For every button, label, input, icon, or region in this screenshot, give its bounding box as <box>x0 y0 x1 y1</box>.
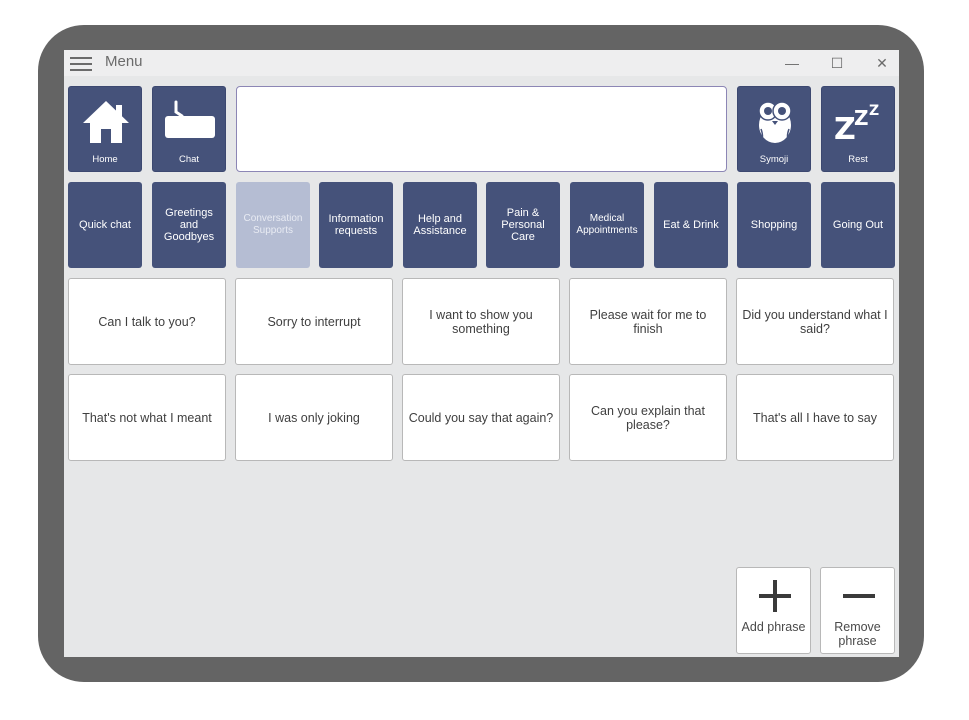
home-button[interactable]: Home <box>68 86 142 172</box>
phrase-tile[interactable]: Can you explain that please? <box>569 374 727 461</box>
phrase-tile[interactable]: That's all I have to say <box>736 374 894 461</box>
category-greetings[interactable]: Greetings and Goodbyes <box>152 182 226 268</box>
menu-label[interactable]: Menu <box>105 53 143 70</box>
hamburger-icon[interactable] <box>70 55 92 71</box>
home-label: Home <box>92 154 118 165</box>
phrase-tile[interactable]: Did you understand what I said? <box>736 278 894 365</box>
category-information-requests[interactable]: Information requests <box>319 182 393 268</box>
symoji-button[interactable]: Symoji <box>737 86 811 172</box>
category-help[interactable]: Help and Assistance <box>403 182 477 268</box>
home-icon <box>83 101 129 143</box>
phrase-tile[interactable]: Sorry to interrupt <box>235 278 393 365</box>
remove-phrase-button[interactable]: Remove phrase <box>820 567 895 654</box>
rest-button[interactable]: Z Z Z Rest <box>821 86 895 172</box>
chat-button[interactable]: Chat <box>152 86 226 172</box>
minimize-button[interactable]: — <box>779 52 805 74</box>
category-going-out[interactable]: Going Out <box>821 182 895 268</box>
title-bar: Menu — ☐ ✕ <box>64 50 899 76</box>
category-pain-care[interactable]: Pain & Personal Care <box>486 182 560 268</box>
maximize-button[interactable]: ☐ <box>824 52 850 74</box>
add-phrase-label: Add phrase <box>741 620 806 634</box>
category-quick-chat[interactable]: Quick chat <box>68 182 142 268</box>
rest-label: Rest <box>848 154 868 165</box>
close-button[interactable]: ✕ <box>869 52 895 74</box>
category-shopping[interactable]: Shopping <box>737 182 811 268</box>
zzz-icon: Z Z Z <box>834 103 879 143</box>
category-eat-drink[interactable]: Eat & Drink <box>654 182 728 268</box>
svg-text:Z: Z <box>834 112 856 143</box>
phrase-tile[interactable]: I was only joking <box>235 374 393 461</box>
phrase-tile[interactable]: I want to show you something <box>402 278 560 365</box>
phrase-tile[interactable]: That's not what I meant <box>68 374 226 461</box>
category-conversation-supports[interactable]: Conversation Supports <box>236 182 310 268</box>
plus-icon <box>759 580 791 612</box>
phrase-tile[interactable]: Could you say that again? <box>402 374 560 461</box>
owl-icon <box>758 101 792 143</box>
svg-text:Z: Z <box>869 103 879 119</box>
minus-icon <box>843 594 875 598</box>
keyboard-icon <box>165 100 215 138</box>
svg-text:Z: Z <box>854 106 869 130</box>
phrase-tile[interactable]: Can I talk to you? <box>68 278 226 365</box>
message-box[interactable] <box>236 86 727 172</box>
phrase-tile[interactable]: Please wait for me to finish <box>569 278 727 365</box>
category-medical[interactable]: Medical Appointments <box>570 182 644 268</box>
symoji-label: Symoji <box>759 154 789 165</box>
app-screen: Menu — ☐ ✕ Home Chat Symoji Z Z Z Rest Q… <box>64 50 899 657</box>
add-phrase-button[interactable]: Add phrase <box>736 567 811 654</box>
chat-label: Chat <box>178 154 200 165</box>
remove-phrase-label: Remove phrase <box>834 620 881 648</box>
